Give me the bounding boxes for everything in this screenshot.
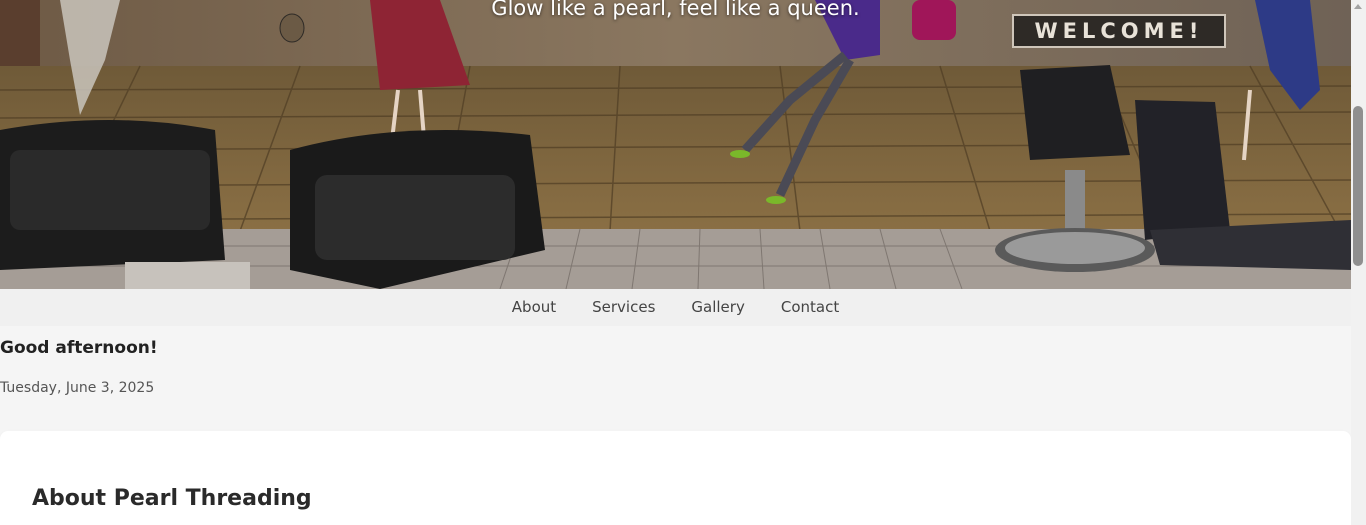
- hero-tagline: Glow like a pearl, feel like a queen.: [491, 0, 860, 20]
- main-nav: About Services Gallery Contact: [0, 289, 1351, 326]
- nav-link-contact[interactable]: Contact: [763, 289, 857, 326]
- about-card: About Pearl Threading: [0, 431, 1351, 525]
- scroll-up-arrow-icon[interactable]: [1354, 4, 1362, 9]
- nav-link-services[interactable]: Services: [574, 289, 673, 326]
- nav-link-gallery[interactable]: Gallery: [673, 289, 762, 326]
- hero-banner: WELCOME! Glow like a pearl, feel like a …: [0, 0, 1351, 289]
- about-title: About Pearl Threading: [32, 486, 312, 511]
- greeting-message: Good afternoon!: [0, 338, 158, 358]
- nav-link-about[interactable]: About: [494, 289, 574, 326]
- vertical-scrollbar[interactable]: [1351, 0, 1366, 525]
- scroll-thumb[interactable]: [1353, 106, 1363, 266]
- current-date: Tuesday, June 3, 2025: [0, 380, 155, 396]
